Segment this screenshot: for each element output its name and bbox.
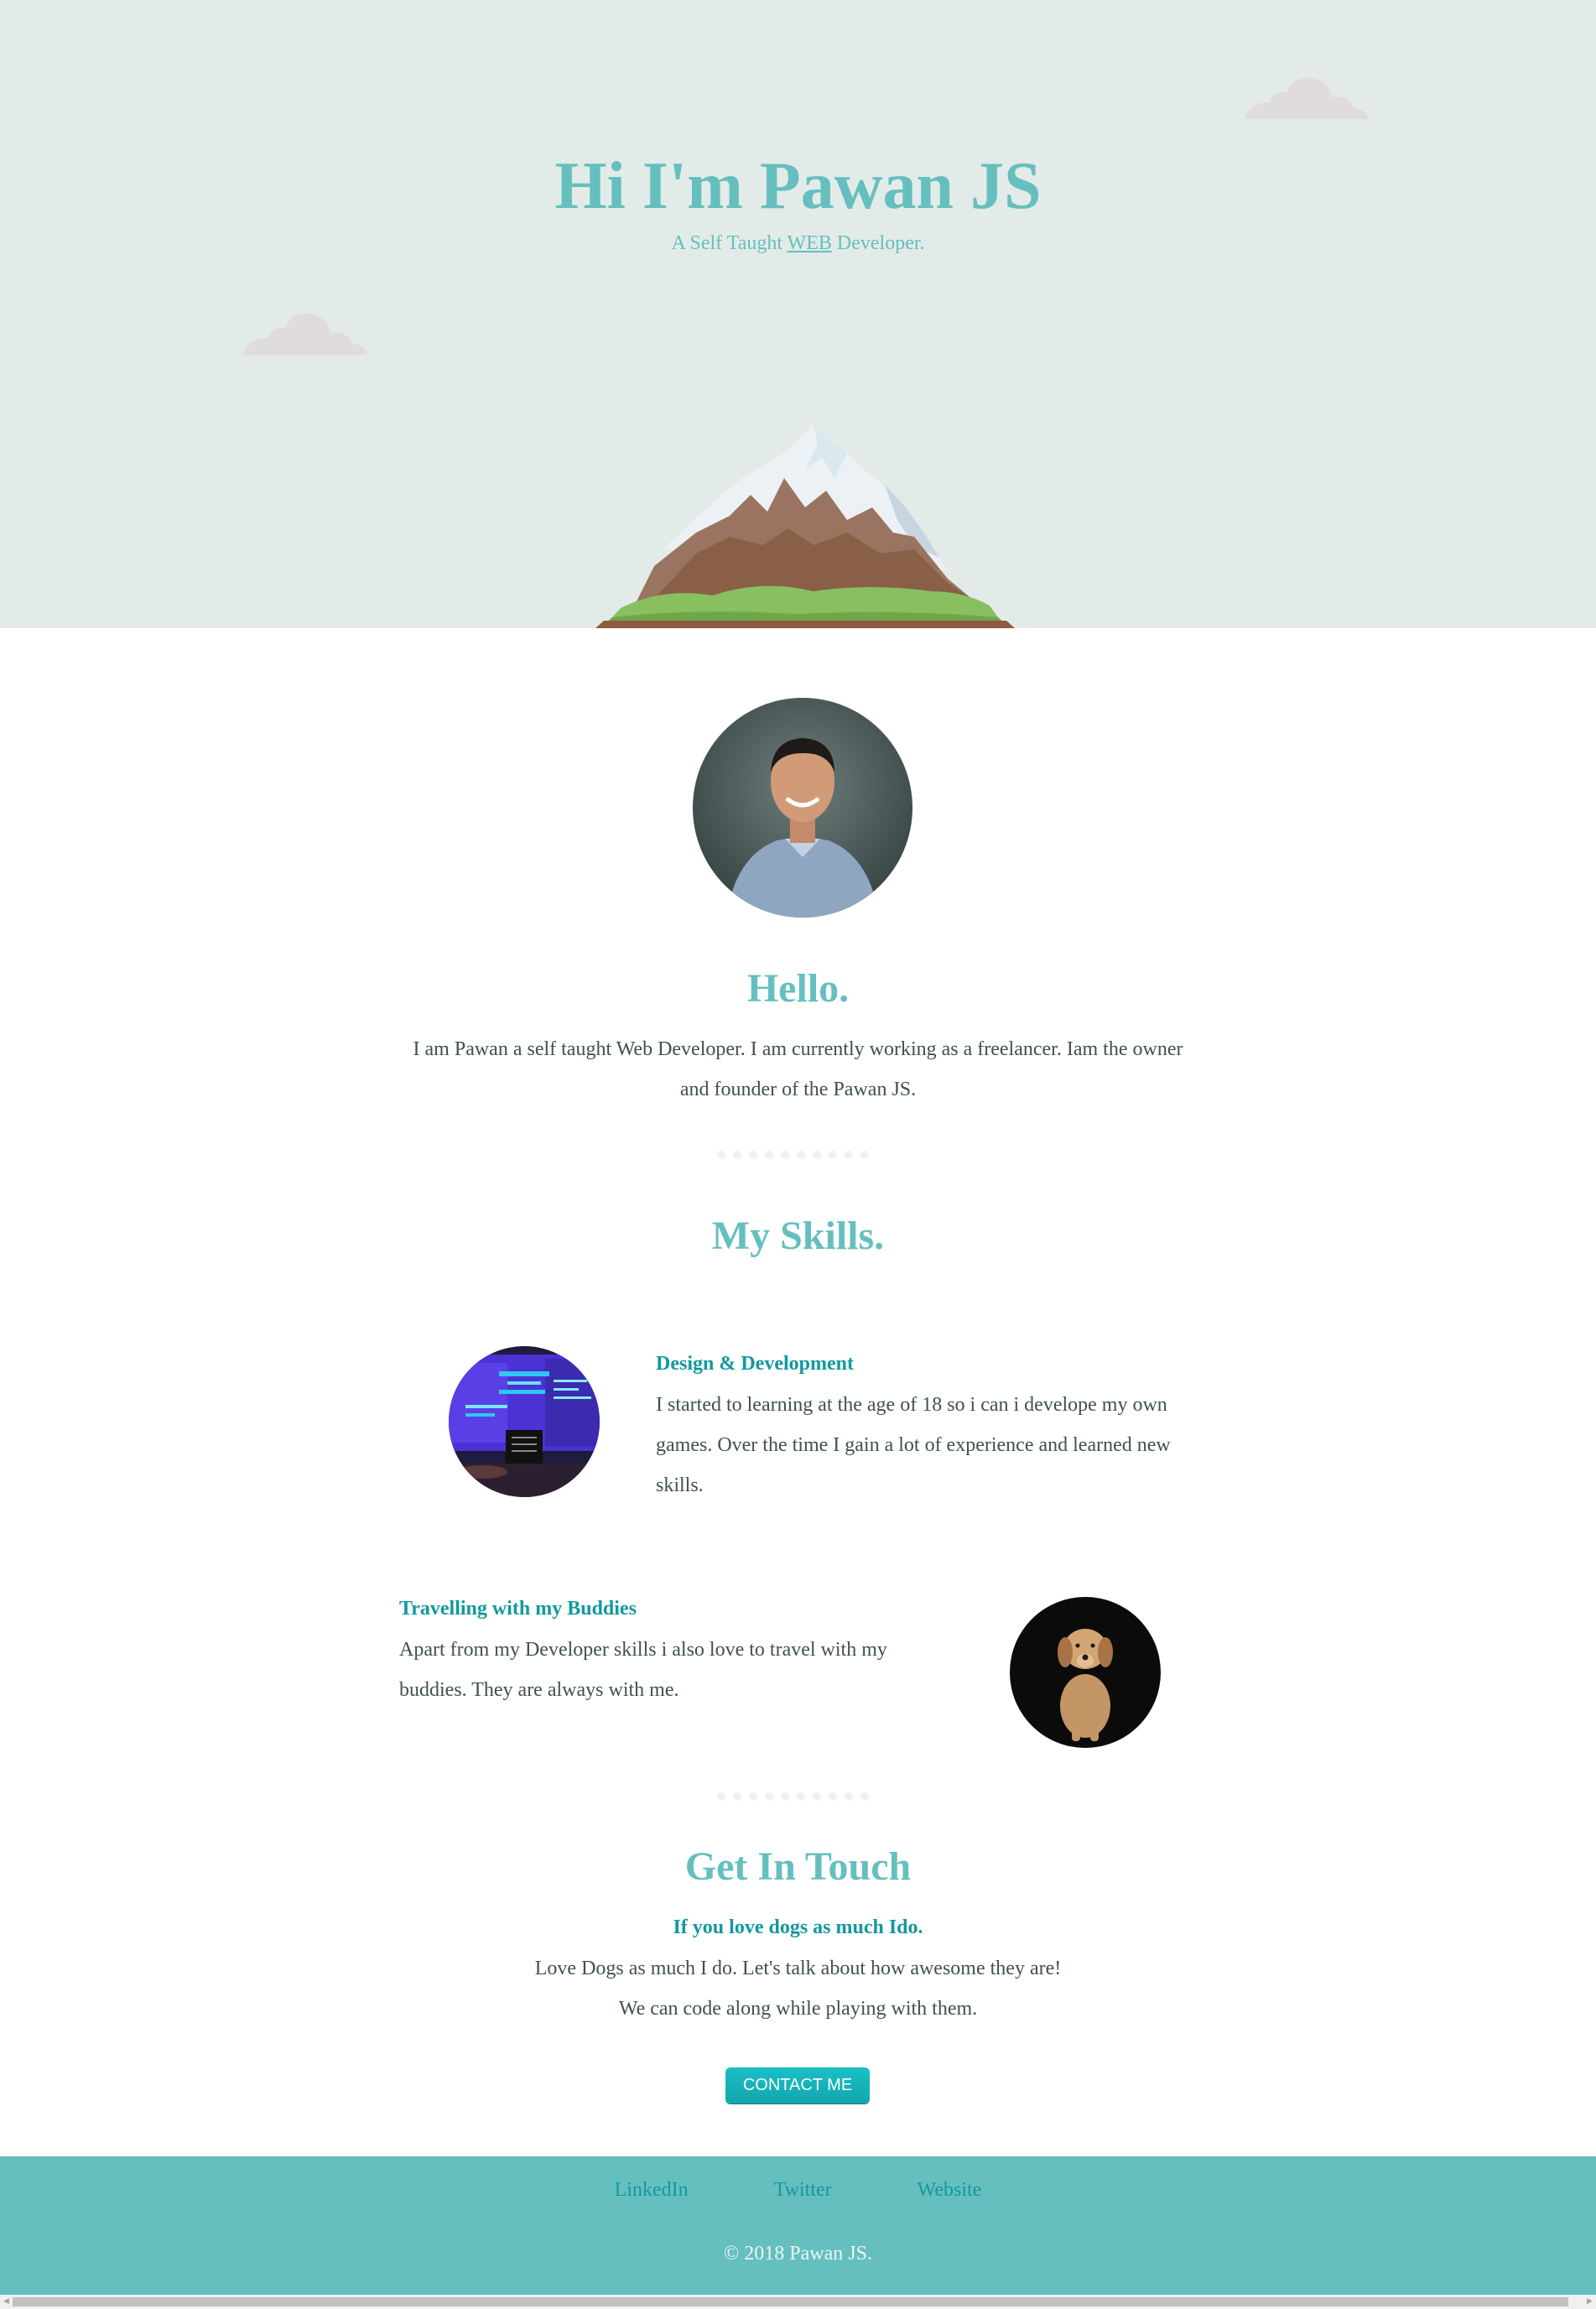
skill-text: Apart from my Developer skills i also lo… [399,1639,887,1701]
hero-subtitle-highlight: WEB [787,232,832,254]
divider [717,1151,869,1159]
dog-photo [1010,1597,1161,1748]
mountain-icon [595,424,1015,628]
contact-subheading: If you love dogs as much Ido. [673,1916,923,1938]
code-screen-icon [449,1346,600,1497]
hero-section: Hi I'm Pawan JS A Self Taught WEB Develo… [0,0,1596,628]
hero-subtitle-text: Developer. [831,232,925,254]
avatar [693,698,912,918]
dog-icon [1010,1597,1161,1748]
skill-text: I started to learning at the age of 18 s… [656,1394,1171,1496]
hero-subtitle: A Self Taught WEB Developer. [0,231,1596,256]
scroll-right-icon[interactable]: ▶ [1583,2295,1596,2309]
footer-links: LinkedIn Twitter Website [0,2179,1596,2202]
hero-subtitle-text: A Self Taught [671,232,788,254]
contact-text-line: We can code along while playing with the… [618,1998,978,2020]
footer-link-website[interactable]: Website [918,2179,982,2201]
contact-text-line: Love Dogs as much I do. Let's talk about… [534,1958,1062,1979]
cloud-icon [1245,77,1369,119]
code-screen-photo [449,1346,600,1497]
contact-me-button[interactable]: CONTACT ME [725,2067,870,2104]
footer-link-linkedin[interactable]: LinkedIn [615,2179,689,2201]
hero-title: Hi I'm Pawan JS [554,149,1042,223]
profile-photo [693,698,912,918]
about-text: I am Pawan a self taught Web Developer. … [413,1038,1183,1100]
horizontal-scrollbar[interactable]: ◀ ▶ [0,2295,1596,2309]
cloud-icon [243,313,367,355]
copyright: © 2018 Pawan JS. [724,2243,872,2265]
footer-link-twitter[interactable]: Twitter [774,2179,832,2201]
skill-title: Travelling with my Buddies [399,1598,637,1620]
divider [717,1792,869,1801]
scroll-left-icon[interactable]: ◀ [0,2295,13,2309]
scrollbar-thumb[interactable] [13,2297,1568,2306]
footer: LinkedIn Twitter Website © 2018 Pawan JS… [0,2156,1596,2295]
about-heading: Hello. [746,966,850,1011]
contact-heading: Get In Touch [684,1844,912,1889]
skills-heading: My Skills. [711,1214,885,1258]
skill-title: Design & Development [656,1353,854,1375]
